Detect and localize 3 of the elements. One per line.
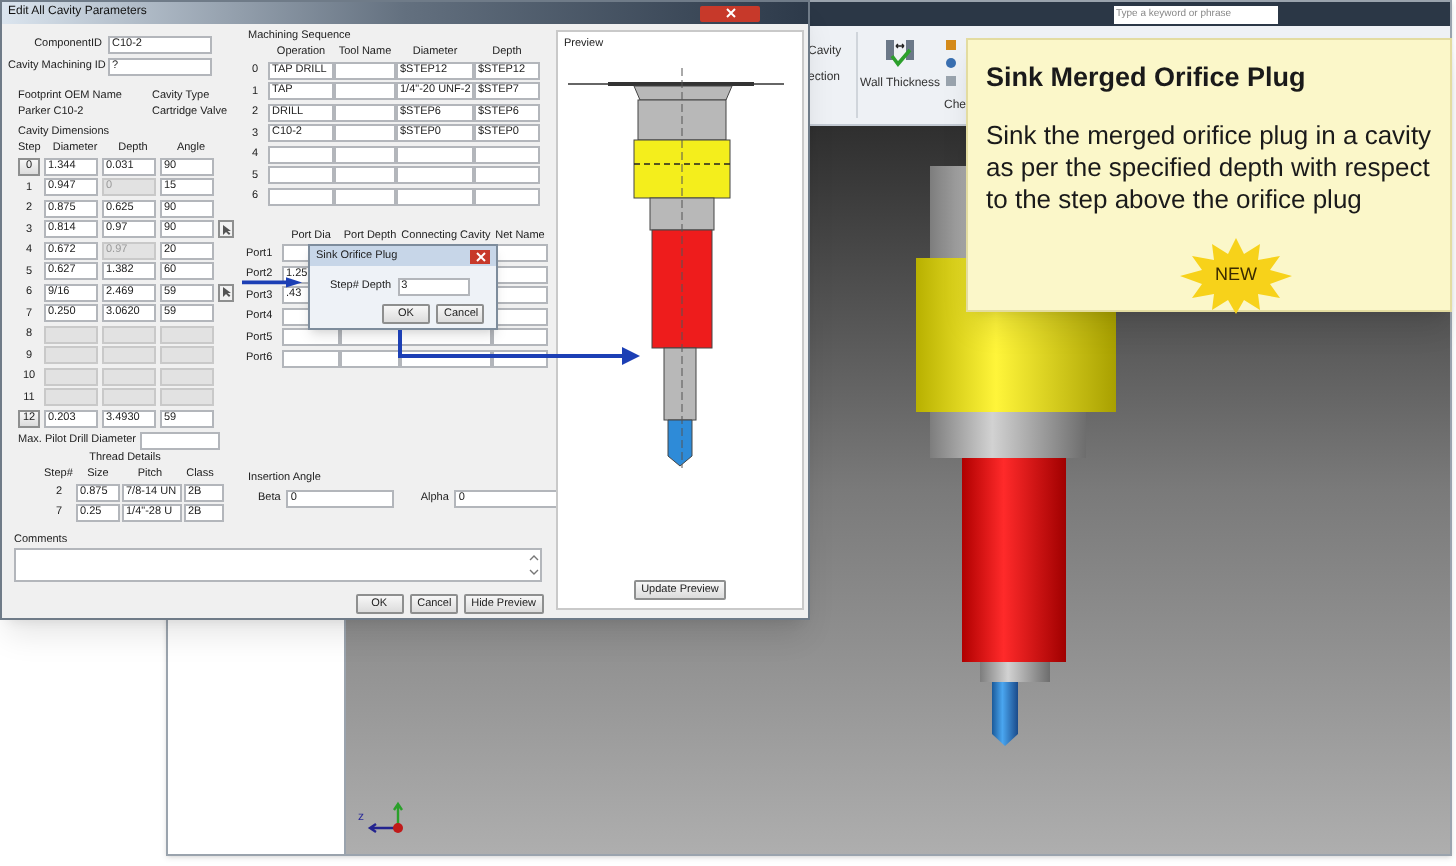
new-badge: NEW [1180, 238, 1292, 314]
tooltip-title: Sink Merged Orifice Plug [986, 60, 1308, 96]
tooltip-text: Sink the merged orifice plug in a cavity as per the specified depth with respect to the step above the orifice plug [986, 120, 1432, 217]
